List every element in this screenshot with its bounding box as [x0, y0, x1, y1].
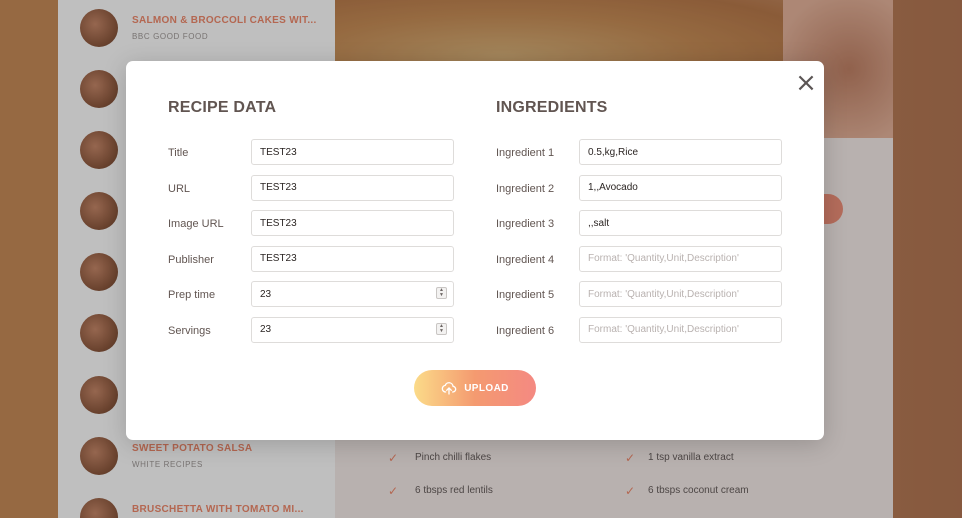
publisher-input[interactable]	[251, 245, 454, 272]
cloud-upload-icon	[441, 382, 457, 395]
stepper-down-icon[interactable]: ▼	[439, 293, 444, 298]
ingredient-1-label: Ingredient 1	[496, 147, 555, 159]
close-icon[interactable]: ×	[794, 70, 818, 96]
ingredient-6-label: Ingredient 6	[496, 324, 555, 337]
publisher-row: Publisher	[168, 245, 455, 281]
prep-time-stepper[interactable]: ▲ ▼	[436, 287, 447, 300]
ingredient-6-input[interactable]	[579, 316, 782, 343]
image-url-input[interactable]	[251, 210, 454, 237]
title-input[interactable]	[251, 139, 454, 165]
url-row: URL	[168, 174, 455, 210]
ingredients-heading: INGREDIENTS	[496, 99, 608, 116]
servings-label: Servings	[168, 324, 211, 337]
ingredient-row: Ingredient 1	[496, 138, 783, 174]
recipe-data-column: RECIPE DATA Title URL Image URL Publishe…	[168, 99, 455, 352]
servings-input[interactable]	[251, 316, 454, 343]
servings-row: Servings ▲ ▼	[168, 316, 455, 352]
image-url-row: Image URL	[168, 209, 455, 245]
ingredient-2-input[interactable]	[579, 174, 782, 201]
ingredient-row: Ingredient 5	[496, 280, 783, 316]
prep-time-input[interactable]	[251, 281, 454, 308]
ingredient-5-input[interactable]	[579, 281, 782, 308]
servings-stepper[interactable]: ▲ ▼	[436, 322, 447, 335]
prep-time-row: Prep time ▲ ▼	[168, 280, 455, 316]
ingredient-4-label: Ingredient 4	[496, 253, 555, 266]
publisher-label: Publisher	[168, 253, 214, 266]
ingredient-1-input[interactable]	[579, 139, 782, 165]
ingredient-row: Ingredient 4	[496, 245, 783, 281]
ingredient-4-input[interactable]	[579, 245, 782, 272]
ingredient-3-input[interactable]	[579, 210, 782, 237]
upload-button[interactable]: UPLOAD	[414, 370, 536, 406]
ingredient-row: Ingredient 3	[496, 209, 783, 245]
upload-label: UPLOAD	[464, 382, 509, 394]
prep-time-label: Prep time	[168, 289, 216, 302]
ingredient-2-label: Ingredient 2	[496, 182, 555, 195]
title-label: Title	[168, 147, 189, 159]
ingredient-row: Ingredient 6	[496, 316, 783, 352]
url-label: URL	[168, 182, 191, 195]
ingredients-column: INGREDIENTS Ingredient 1 Ingredient 2 In…	[496, 99, 783, 352]
add-recipe-modal: × RECIPE DATA Title URL Image URL Publis…	[126, 61, 824, 440]
stepper-down-icon[interactable]: ▼	[439, 328, 444, 334]
title-row: Title	[168, 138, 455, 174]
image-url-label: Image URL	[168, 218, 224, 231]
ingredient-3-label: Ingredient 3	[496, 218, 555, 231]
ingredient-5-label: Ingredient 5	[496, 289, 555, 302]
url-input[interactable]	[251, 174, 454, 201]
ingredient-row: Ingredient 2	[496, 174, 783, 210]
recipe-data-heading: RECIPE DATA	[168, 99, 277, 116]
